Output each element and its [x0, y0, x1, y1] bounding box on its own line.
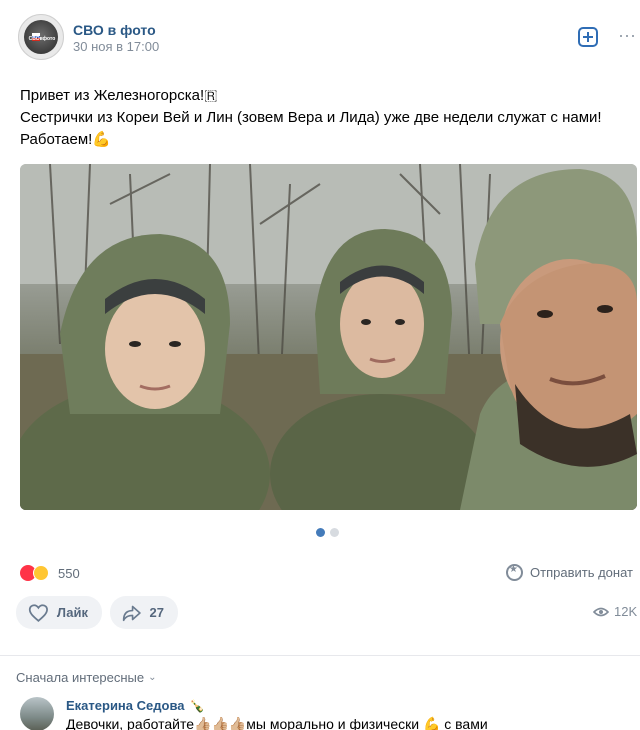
subscribe-plus-icon[interactable]	[578, 27, 598, 47]
sort-label: Сначала интересные	[16, 670, 145, 685]
carousel-dot[interactable]	[330, 528, 339, 537]
comments-sort-dropdown[interactable]: Сначала интересные ⌄	[16, 670, 157, 685]
reaction-count: 550	[58, 565, 80, 581]
comment-avatar[interactable]	[20, 697, 54, 730]
share-count: 27	[149, 605, 164, 620]
comment-author-badge: 🍾	[189, 698, 205, 713]
post-text-line: Привет из Железногорска!🇷	[20, 87, 218, 104]
post-photo[interactable]	[20, 164, 637, 510]
share-button[interactable]: 27	[110, 596, 178, 629]
community-avatar[interactable]: СВОвфото	[18, 14, 64, 60]
carousel-indicator[interactable]	[316, 528, 339, 538]
post-text: Привет из Железногорска!🇷 Сестрички из К…	[20, 85, 630, 151]
views-counter: 12K	[593, 604, 637, 619]
donate-star-icon	[506, 564, 523, 581]
post-text-line: Сестрички из Кореи Вей и Лин (зовем Вера…	[20, 109, 602, 126]
donate-label: Отправить донат	[530, 565, 633, 580]
avatar-label: СВОвфото	[28, 36, 56, 42]
post-text-line: Работаем!💪	[20, 131, 111, 148]
comment-author-name: Екатерина Седова	[66, 698, 185, 713]
share-arrow-icon	[122, 605, 141, 621]
views-count: 12K	[614, 604, 638, 619]
comment-author[interactable]: Екатерина Седова 🍾	[66, 698, 204, 713]
comment-text: Девочки, работайте👍🏼👍🏼👍🏼мы морально и фи…	[66, 716, 488, 730]
photo-image	[20, 164, 637, 510]
comments-divider	[0, 655, 640, 656]
chevron-down-icon: ⌄	[148, 672, 157, 683]
post-date[interactable]: 30 ноя в 17:00	[73, 39, 159, 54]
laugh-icon	[33, 565, 49, 581]
post-author[interactable]: СВО в фото	[73, 22, 156, 38]
reactions-summary[interactable]: 550	[20, 564, 80, 582]
post-header: СВОвфото СВО в фото 30 ноя в 17:00 ⋯	[0, 0, 640, 70]
more-options-icon[interactable]: ⋯	[618, 27, 638, 48]
like-label: Лайк	[56, 605, 88, 620]
carousel-dot-active[interactable]	[316, 528, 325, 537]
like-button[interactable]: Лайк	[16, 596, 102, 629]
donate-button[interactable]: Отправить донат	[506, 564, 633, 581]
eye-icon	[593, 607, 609, 616]
heart-outline-icon	[28, 603, 48, 622]
